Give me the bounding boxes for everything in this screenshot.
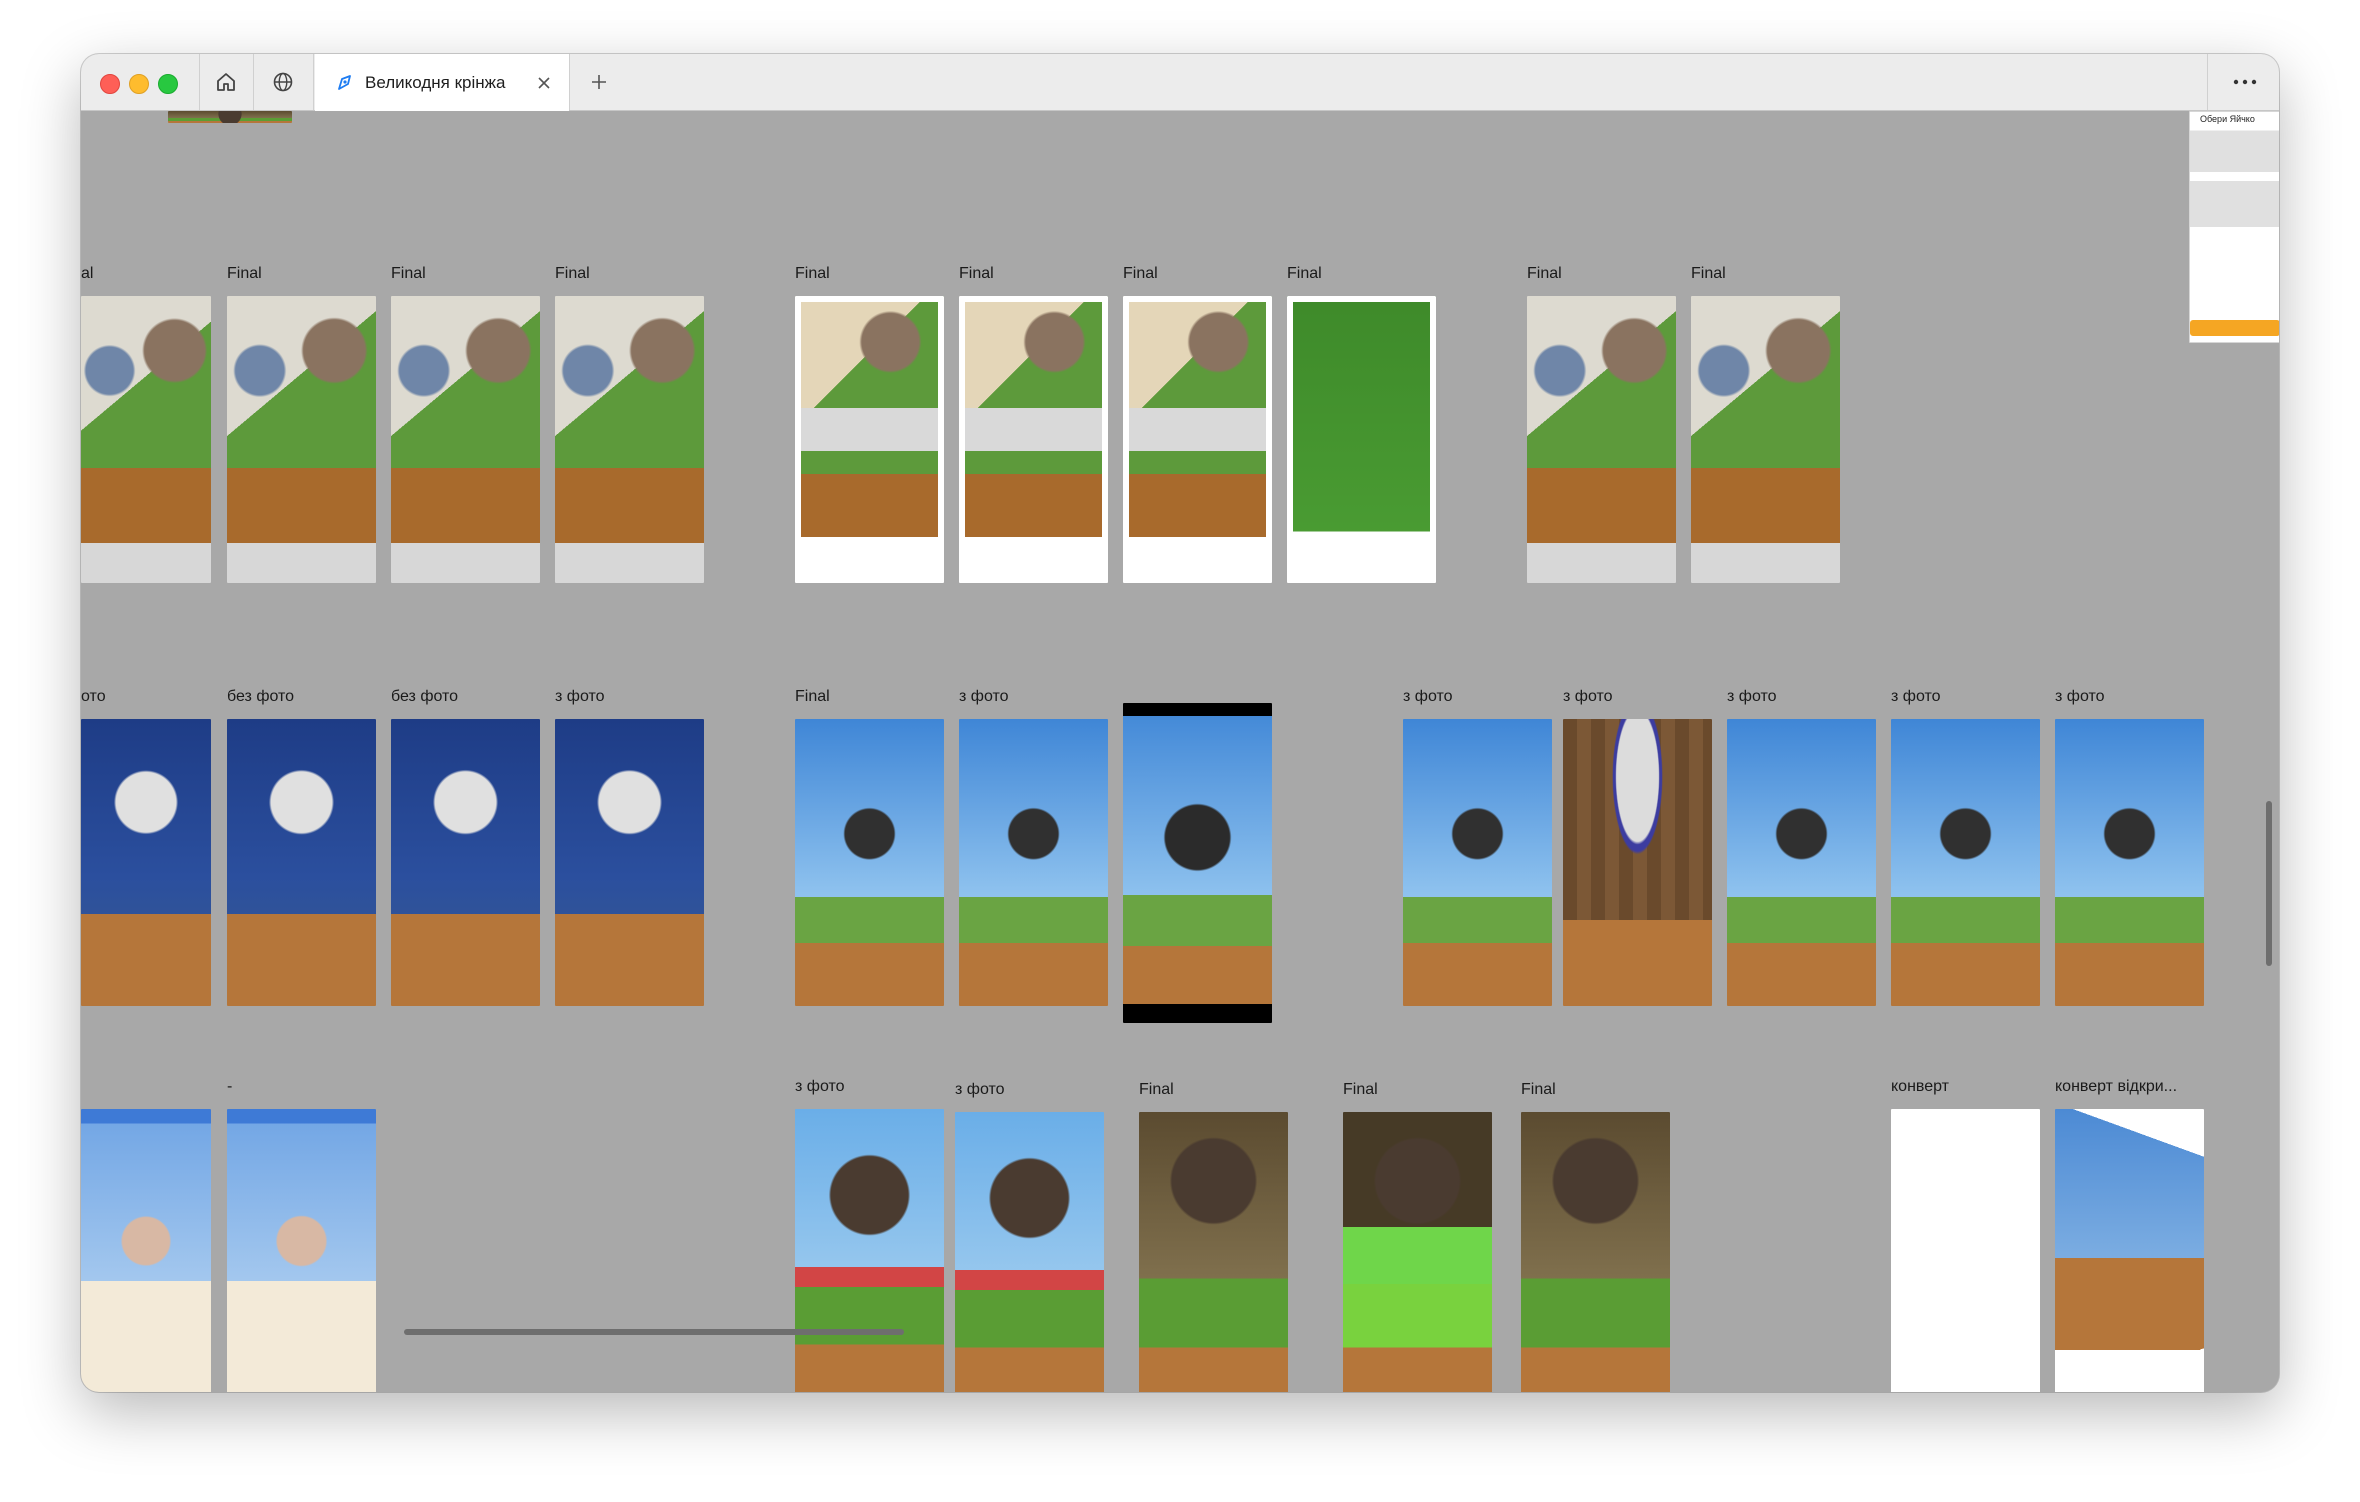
- frame-label: Final: [1139, 1081, 1174, 1098]
- tab-design-file[interactable]: Великодня крінжа: [315, 54, 569, 111]
- canvas-frame[interactable]: [2055, 1109, 2204, 1392]
- frame-label: Final: [1521, 1081, 1556, 1098]
- canvas-frame[interactable]: [959, 296, 1108, 583]
- frame-label: Final: [1123, 265, 1158, 282]
- frame-label: конверт відкри...: [2055, 1078, 2178, 1095]
- side-panel-frame[interactable]: Обери Яйчко: [2189, 111, 2279, 343]
- frame-label: з фото: [1403, 688, 1453, 705]
- frame-label: з фото: [955, 1081, 1005, 1098]
- home-button[interactable]: [206, 64, 246, 100]
- more-dots-icon: [2233, 79, 2257, 85]
- canvas-frame[interactable]: [81, 1109, 211, 1392]
- design-canvas[interactable]: Обери Яйчко al Final Final Final Final F…: [81, 111, 2279, 1392]
- canvas-frame[interactable]: [1139, 1112, 1288, 1392]
- canvas-frame[interactable]: [795, 1109, 944, 1392]
- minimize-window-button[interactable]: [129, 74, 149, 94]
- canvas-frame[interactable]: [1691, 296, 1840, 583]
- canvas-frame[interactable]: [1521, 1112, 1670, 1392]
- side-panel-title: Обери Яйчко: [2200, 114, 2255, 124]
- canvas-frame[interactable]: [81, 296, 211, 583]
- frame-label: Final: [1287, 265, 1322, 282]
- frame-label: конверт: [1891, 1078, 1950, 1095]
- horizontal-scrollbar[interactable]: [404, 1329, 904, 1335]
- frame-label: з фото: [2055, 688, 2105, 705]
- frame-label: без фото: [391, 688, 459, 705]
- frame-label: Final: [959, 265, 994, 282]
- frame-label: з фото: [1891, 688, 1941, 705]
- frame-label: al: [81, 265, 94, 282]
- canvas-frame[interactable]: [955, 1112, 1104, 1392]
- canvas-frame[interactable]: [795, 719, 944, 1006]
- canvas-frame[interactable]: [227, 1109, 376, 1392]
- canvas-frame[interactable]: [1403, 719, 1552, 1006]
- plus-icon: [592, 75, 606, 89]
- close-window-button[interactable]: [100, 74, 120, 94]
- canvas-frame[interactable]: [1527, 296, 1676, 583]
- fullscreen-window-button[interactable]: [158, 74, 178, 94]
- frame-label: Final: [1527, 265, 1562, 282]
- canvas-frame[interactable]: [1563, 719, 1712, 1006]
- browser-window: Великодня крінжа Обери Яйчко al Final Fi…: [81, 54, 2279, 1392]
- frame-label: Final: [1691, 265, 1726, 282]
- frame-label: Final: [227, 265, 262, 282]
- canvas-frame[interactable]: [1891, 719, 2040, 1006]
- canvas-frame[interactable]: [959, 719, 1108, 1006]
- frame-label: Final: [1343, 1081, 1378, 1098]
- frame-label: -: [227, 1078, 233, 1095]
- frame-label: з фото: [1727, 688, 1777, 705]
- canvas-frame[interactable]: [555, 296, 704, 583]
- divider: [253, 54, 254, 110]
- community-button[interactable]: [263, 64, 303, 100]
- canvas-frame[interactable]: [2055, 719, 2204, 1006]
- frame-label: Final: [555, 265, 590, 282]
- side-panel-button[interactable]: [2190, 320, 2279, 336]
- frame-label: Final: [795, 688, 830, 705]
- divider: [2207, 54, 2208, 110]
- canvas-frame[interactable]: [795, 296, 944, 583]
- divider: [313, 54, 314, 110]
- vertical-scrollbar[interactable]: [2266, 801, 2272, 966]
- frame-label: з фото: [795, 1078, 845, 1095]
- home-icon: [217, 73, 235, 91]
- frame-label: ото: [81, 688, 106, 705]
- canvas-frame[interactable]: [391, 296, 540, 583]
- canvas-frame[interactable]: [555, 719, 704, 1006]
- frame-label: з фото: [1563, 688, 1613, 705]
- divider: [199, 54, 200, 110]
- tab-close-button[interactable]: [529, 68, 559, 98]
- frame-label: Final: [795, 265, 830, 282]
- frame-label: без фото: [227, 688, 295, 705]
- frame-label: з фото: [959, 688, 1009, 705]
- more-menu-button[interactable]: [2225, 64, 2265, 100]
- divider: [569, 54, 570, 110]
- canvas-frame[interactable]: [1343, 1112, 1492, 1392]
- canvas-frame[interactable]: [1123, 703, 1272, 1023]
- globe-icon: [273, 72, 293, 92]
- canvas-frame[interactable]: [227, 719, 376, 1006]
- canvas-frame[interactable]: [1287, 296, 1436, 583]
- frame-label: Final: [391, 265, 426, 282]
- frame-label: з фото: [555, 688, 605, 705]
- canvas-frame[interactable]: [168, 111, 292, 123]
- new-tab-button[interactable]: [581, 64, 617, 100]
- figma-pen-icon: [338, 74, 351, 90]
- canvas-frame[interactable]: [81, 719, 211, 1006]
- canvas-frame[interactable]: [1123, 296, 1272, 583]
- canvas-frame[interactable]: [391, 719, 540, 1006]
- tab-title: Великодня крінжа: [365, 72, 506, 92]
- canvas-frame[interactable]: [227, 296, 376, 583]
- canvas-frame[interactable]: [1727, 719, 1876, 1006]
- canvas-frame[interactable]: [1891, 1109, 2040, 1392]
- close-icon: [538, 76, 550, 89]
- title-bar: Великодня крінжа: [81, 54, 2279, 111]
